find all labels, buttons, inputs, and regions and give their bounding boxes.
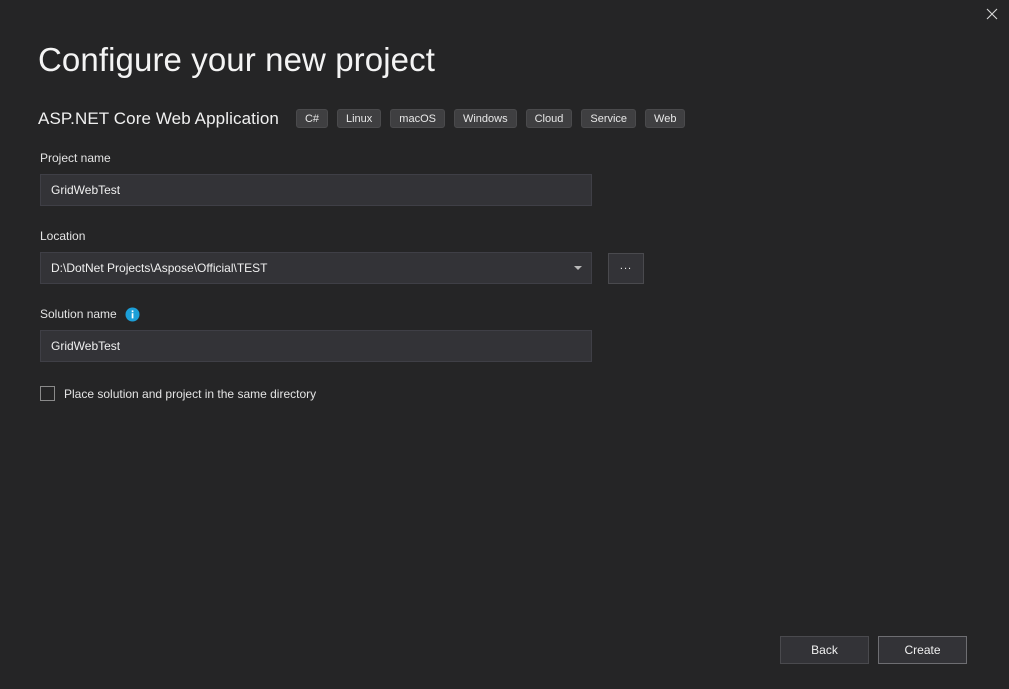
same-directory-checkbox-row[interactable]: Place solution and project in the same d…: [40, 386, 660, 401]
template-tag-list: C# Linux macOS Windows Cloud Service Web: [295, 109, 695, 128]
tag-web: Web: [645, 109, 686, 128]
create-button[interactable]: Create: [878, 636, 967, 664]
project-name-label: Project name: [40, 151, 111, 165]
tag-cloud: Cloud: [525, 109, 573, 128]
configure-project-dialog: { "window": { "title": "Configure your n…: [0, 0, 1009, 689]
location-label: Location: [40, 229, 86, 243]
project-config-form: Project name Location D:\DotNet Projects…: [40, 150, 660, 401]
project-name-field-group: Project name: [40, 150, 660, 206]
solution-name-field-group: Solution name: [40, 306, 660, 362]
browse-location-button[interactable]: ...: [608, 252, 644, 284]
tag-csharp: C#: [295, 109, 328, 128]
solution-name-label-text: Solution name: [40, 307, 117, 321]
same-directory-checkbox[interactable]: [40, 386, 55, 401]
location-field-group: Location D:\DotNet Projects\Aspose\Offic…: [40, 228, 660, 284]
dialog-footer: Back Create: [0, 626, 1009, 689]
solution-name-input[interactable]: [40, 330, 592, 362]
info-icon[interactable]: [125, 307, 140, 322]
chevron-down-icon[interactable]: [574, 266, 582, 270]
close-icon: [986, 8, 998, 20]
close-button[interactable]: [975, 0, 1009, 27]
title-bar: [0, 0, 1009, 27]
tag-service: Service: [581, 109, 637, 128]
location-value: D:\DotNet Projects\Aspose\Official\TEST: [51, 261, 268, 275]
same-directory-label: Place solution and project in the same d…: [64, 386, 317, 401]
back-button[interactable]: Back: [780, 636, 869, 664]
solution-name-label: Solution name: [40, 306, 660, 322]
template-summary: ASP.NET Core Web Application C# Linux ma…: [38, 106, 694, 131]
page-title: Configure your new project: [38, 41, 435, 78]
location-combobox[interactable]: D:\DotNet Projects\Aspose\Official\TEST: [40, 252, 592, 284]
project-name-input[interactable]: [40, 174, 592, 206]
tag-linux: Linux: [337, 109, 382, 128]
tag-macos: macOS: [390, 109, 445, 128]
tag-windows: Windows: [453, 109, 517, 128]
template-name: ASP.NET Core Web Application: [38, 108, 279, 128]
